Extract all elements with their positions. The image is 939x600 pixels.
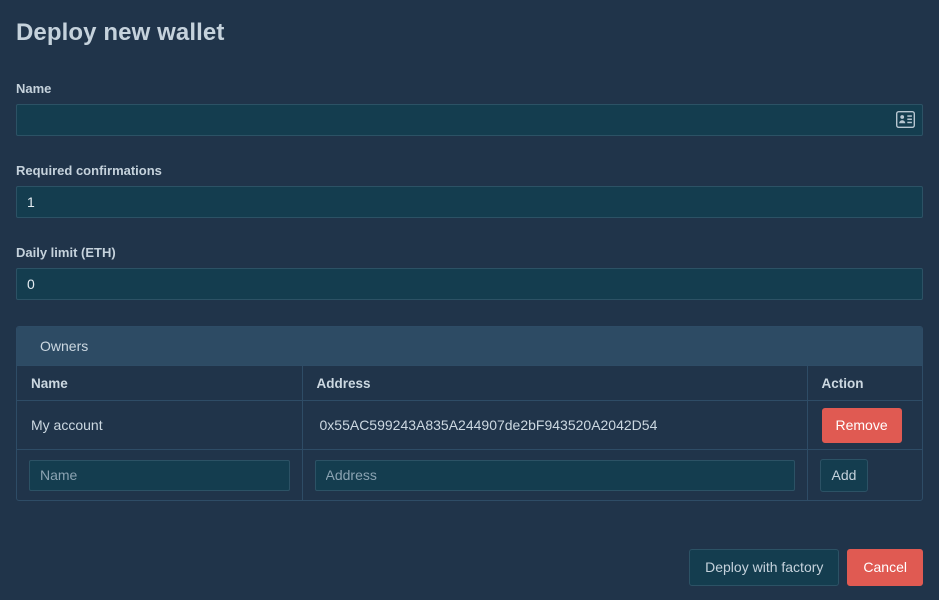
cancel-button[interactable]: Cancel [847,549,923,586]
address-book-icon[interactable] [895,110,916,129]
column-header-action: Action [807,365,922,401]
owners-panel-title: Owners [17,327,922,365]
add-owner-row: Add [17,449,922,500]
add-owner-name-input[interactable] [29,459,290,491]
owners-table-head: Name Address Action [17,365,922,401]
required-confirmations-input[interactable] [16,186,923,218]
owner-name-cell: My account [17,400,303,450]
add-owner-address-input[interactable] [314,459,795,491]
add-owner-address-cell [302,449,808,500]
name-input-wrap [16,104,923,136]
deploy-wallet-page: Deploy new wallet Name Required confirma… [0,0,939,600]
table-row: My account 0x55AC599243A835A244907de2bF9… [17,400,922,450]
add-owner-name-cell [17,449,303,500]
daily-limit-label: Daily limit (ETH) [16,245,116,260]
form-fields: Name Required confirmations Daily limit … [7,81,932,300]
daily-limit-input[interactable] [16,268,923,300]
deploy-with-factory-button[interactable]: Deploy with factory [689,549,840,586]
page-title: Deploy new wallet [16,19,225,46]
footer-actions: Deploy with factory Cancel [689,549,923,586]
add-owner-action-cell: Add [807,449,922,500]
name-input[interactable] [16,104,923,136]
add-button[interactable]: Add [819,458,869,492]
owners-table: Name Address Action My account 0x55AC599… [17,365,922,500]
owner-address-cell: 0x55AC599243A835A244907de2bF943520A2042D… [302,400,808,450]
owners-table-body: My account 0x55AC599243A835A244907de2bF9… [17,400,922,500]
column-header-name: Name [17,365,303,401]
owners-header-row: Name Address Action [17,365,922,401]
owners-panel: Owners Name Address Action My account 0x… [16,326,923,501]
name-label: Name [16,81,52,96]
owner-action-cell: Remove [807,400,922,450]
remove-button[interactable]: Remove [821,407,902,443]
required-confirmations-label: Required confirmations [16,163,162,178]
column-header-address: Address [302,365,808,401]
